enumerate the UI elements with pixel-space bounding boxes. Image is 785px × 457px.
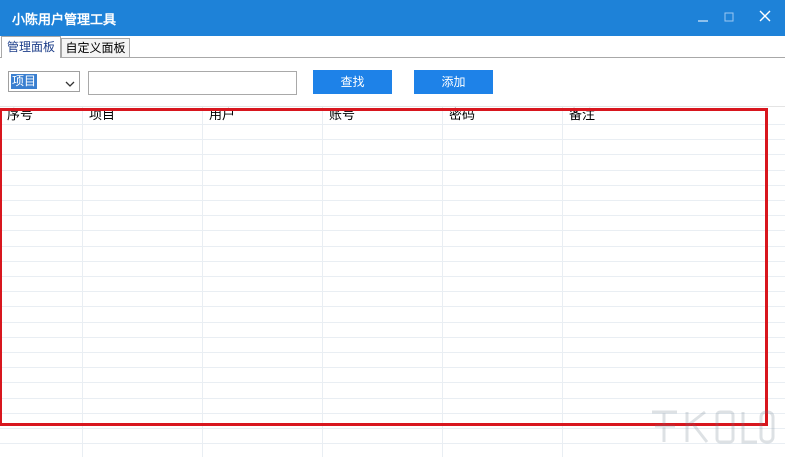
grid-row-line — [0, 337, 785, 338]
column-header-user[interactable]: 用户 — [202, 107, 322, 124]
grid-row-line — [0, 246, 785, 247]
grid-row-line — [0, 170, 785, 171]
column-header-item[interactable]: 项目 — [82, 107, 202, 124]
maximize-icon — [724, 11, 734, 26]
field-select-value: 项目 — [11, 74, 38, 89]
grid-row-line — [0, 200, 785, 201]
tab-bar: 管理面板 自定义面板 — [0, 36, 785, 58]
grid-column-line — [562, 107, 563, 457]
column-header-index[interactable]: 序号 — [0, 107, 82, 124]
window-title: 小陈用户管理工具 — [12, 13, 117, 28]
field-select[interactable]: 项目 — [8, 71, 80, 92]
grid-row-line — [0, 276, 785, 277]
grid-row-line — [0, 215, 785, 216]
grid-row-line — [0, 261, 785, 262]
grid-row-line — [0, 124, 785, 125]
grid-row-line — [0, 230, 785, 231]
grid-row-line — [0, 352, 785, 353]
close-icon — [759, 10, 771, 26]
grid-row-line — [0, 185, 785, 186]
toolbar: 项目 查找 添加 — [0, 58, 785, 106]
grid-row-line — [0, 291, 785, 292]
add-button[interactable]: 添加 — [414, 70, 493, 94]
tab-custom-panel[interactable]: 自定义面板 — [61, 38, 130, 57]
grid-column-line — [322, 107, 323, 457]
grid-row-line — [0, 139, 785, 140]
search-input[interactable] — [88, 71, 297, 95]
maximize-button[interactable] — [712, 0, 746, 36]
minimize-icon — [698, 11, 708, 26]
grid-column-line — [442, 107, 443, 457]
grid-row-line — [0, 322, 785, 323]
column-header-remark[interactable]: 备注 — [562, 107, 762, 124]
grid-row-line — [0, 382, 785, 383]
grid-column-line — [202, 107, 203, 457]
grid-row-line — [0, 154, 785, 155]
tab-management-panel[interactable]: 管理面板 — [1, 36, 61, 58]
column-header-password[interactable]: 密码 — [442, 107, 562, 124]
data-grid[interactable]: 序号 项目 用户 账号 密码 备注 — [0, 106, 785, 457]
search-button[interactable]: 查找 — [313, 70, 392, 94]
grid-row-line — [0, 398, 785, 399]
watermark-logo — [647, 406, 777, 446]
column-header-account[interactable]: 账号 — [322, 107, 442, 124]
title-bar: 小陈用户管理工具 — [0, 0, 785, 36]
grid-row-line — [0, 306, 785, 307]
close-button[interactable] — [748, 0, 782, 36]
grid-column-line — [82, 107, 83, 457]
grid-row-line — [0, 367, 785, 368]
grid-header: 序号 项目 用户 账号 密码 备注 — [0, 107, 785, 124]
chevron-down-icon — [65, 77, 75, 92]
